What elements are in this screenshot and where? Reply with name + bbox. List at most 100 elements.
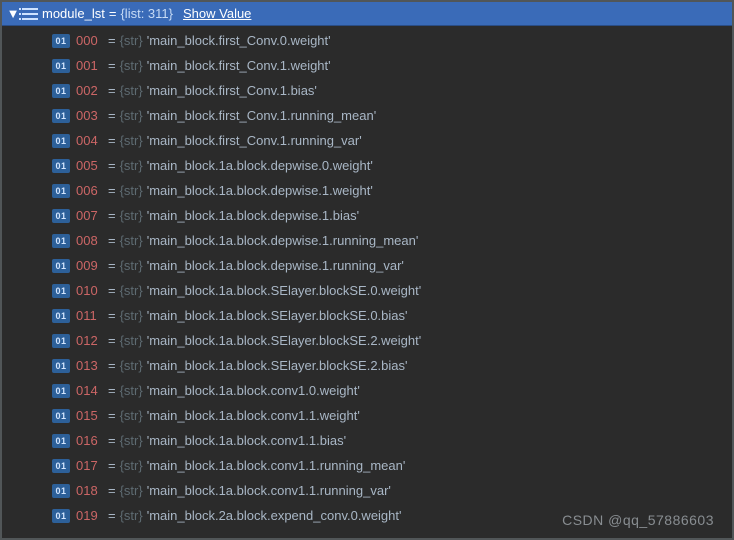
item-value: 'main_block.1a.block.conv1.1.running_mea… xyxy=(147,458,406,473)
list-item[interactable]: 01002={str}'main_block.first_Conv.1.bias… xyxy=(2,78,732,103)
string-type-icon: 01 xyxy=(52,234,70,248)
list-item[interactable]: 01015={str}'main_block.1a.block.conv1.1.… xyxy=(2,403,732,428)
equals-sign: = xyxy=(108,333,116,348)
item-type: {str} xyxy=(120,508,143,523)
string-type-icon: 01 xyxy=(52,134,70,148)
item-type: {str} xyxy=(120,308,143,323)
list-item[interactable]: 01014={str}'main_block.1a.block.conv1.0.… xyxy=(2,378,732,403)
item-value: 'main_block.1a.block.conv1.1.weight' xyxy=(147,408,360,423)
item-type: {str} xyxy=(120,358,143,373)
collapse-arrow-icon[interactable]: ▼ xyxy=(6,6,20,21)
equals-sign: = xyxy=(108,58,116,73)
item-value: 'main_block.1a.block.SElayer.blockSE.2.b… xyxy=(147,358,408,373)
string-type-icon: 01 xyxy=(52,109,70,123)
string-type-icon: 01 xyxy=(52,334,70,348)
variable-type: {list: 311} xyxy=(120,6,173,21)
item-index: 005 xyxy=(76,158,104,173)
equals-sign: = xyxy=(108,133,116,148)
list-item[interactable]: 01017={str}'main_block.1a.block.conv1.1.… xyxy=(2,453,732,478)
item-index: 004 xyxy=(76,133,104,148)
list-item[interactable]: 01 005 = {str} 'main_block.1a.block.depwise.… xyxy=(2,153,732,178)
string-type-icon: 01 xyxy=(52,484,70,498)
item-value: 'main_block.first_Conv.1.running_mean' xyxy=(147,108,376,123)
item-value: 'main_block.1a.block.conv1.1.running_var… xyxy=(147,483,391,498)
item-value: 'main_block.1a.block.depwise.1.running_v… xyxy=(147,258,404,273)
show-value-link[interactable]: Show Value xyxy=(183,6,251,21)
equals-sign: = xyxy=(109,6,117,21)
item-value: 'main_block.1a.block.SElayer.blockSE.0.w… xyxy=(147,283,422,298)
string-type-icon: 01 xyxy=(52,384,70,398)
item-type: {str} xyxy=(120,58,143,73)
equals-sign: = xyxy=(108,358,116,373)
string-type-icon: 01 xyxy=(52,84,70,98)
list-item[interactable]: 01010={str}'main_block.1a.block.SElayer.… xyxy=(2,278,732,303)
item-type: {str} xyxy=(120,283,143,298)
equals-sign: = xyxy=(108,233,116,248)
item-type: {str} xyxy=(120,108,143,123)
item-index: 011 xyxy=(76,308,104,323)
item-type: {str} xyxy=(120,83,143,98)
item-index: 007 xyxy=(76,208,104,223)
string-type-icon: 01 xyxy=(52,159,70,173)
string-type-icon: 01 xyxy=(52,59,70,73)
item-type: {str} xyxy=(120,408,143,423)
list-item[interactable]: 01011={str}'main_block.1a.block.SElayer.… xyxy=(2,303,732,328)
equals-sign: = xyxy=(108,83,116,98)
item-type: {str} xyxy=(120,233,143,248)
list-item[interactable]: 01018={str}'main_block.1a.block.conv1.1.… xyxy=(2,478,732,503)
list-item[interactable]: 01016={str}'main_block.1a.block.conv1.1.… xyxy=(2,428,732,453)
list-item[interactable]: 01008={str}'main_block.1a.block.depwise.… xyxy=(2,228,732,253)
equals-sign: = xyxy=(108,283,116,298)
list-item[interactable]: 01007={str}'main_block.1a.block.depwise.… xyxy=(2,203,732,228)
item-index: 016 xyxy=(76,433,104,448)
variable-header: ▼ module_lst = {list: 311} Show Value xyxy=(2,2,732,26)
string-type-icon: 01 xyxy=(52,209,70,223)
equals-sign: = xyxy=(108,508,116,523)
string-type-icon: 01 xyxy=(52,34,70,48)
equals-sign: = xyxy=(108,308,116,323)
list-item[interactable]: 01006={str}'main_block.1a.block.depwise.… xyxy=(2,178,732,203)
item-type: {str} xyxy=(120,483,143,498)
item-value: 'main_block.1a.block.SElayer.blockSE.0.b… xyxy=(147,308,408,323)
equals-sign: = xyxy=(108,158,116,173)
item-index: 002 xyxy=(76,83,104,98)
list-item[interactable]: 01003={str}'main_block.first_Conv.1.runn… xyxy=(2,103,732,128)
list-item[interactable]: 01000={str}'main_block.first_Conv.0.weig… xyxy=(2,28,732,53)
item-type: {str} xyxy=(120,33,143,48)
equals-sign: = xyxy=(108,208,116,223)
string-type-icon: 01 xyxy=(52,259,70,273)
list-item[interactable]: 01012={str}'main_block.1a.block.SElayer.… xyxy=(2,328,732,353)
equals-sign: = xyxy=(108,408,116,423)
list-type-icon xyxy=(22,7,38,21)
list-item[interactable]: 01004={str}'main_block.first_Conv.1.runn… xyxy=(2,128,732,153)
equals-sign: = xyxy=(108,458,116,473)
list-item[interactable]: 01013={str}'main_block.1a.block.SElayer.… xyxy=(2,353,732,378)
equals-sign: = xyxy=(108,383,116,398)
item-value: 'main_block.1a.block.conv1.0.weight' xyxy=(147,383,360,398)
item-type: {str} xyxy=(120,208,143,223)
items-container: 01 000 = {str} 'main_block.first_Conv.0.weig… xyxy=(2,26,732,528)
item-type: {str} xyxy=(120,433,143,448)
item-index: 000 xyxy=(76,33,104,48)
item-index: 008 xyxy=(76,233,104,248)
item-value: 'main_block.first_Conv.0.weight' xyxy=(147,33,331,48)
item-index: 001 xyxy=(76,58,104,73)
item-type: {str} xyxy=(120,158,143,173)
item-value: 'main_block.1a.block.depwise.0.weight' xyxy=(147,158,373,173)
string-type-icon: 01 xyxy=(52,284,70,298)
item-value: 'main_block.first_Conv.1.weight' xyxy=(147,58,331,73)
item-index: 012 xyxy=(76,333,104,348)
string-type-icon: 01 xyxy=(52,359,70,373)
item-type: {str} xyxy=(120,383,143,398)
item-type: {str} xyxy=(120,133,143,148)
equals-sign: = xyxy=(108,433,116,448)
list-item[interactable]: 01 001 = {str} 'main_block.first_Conv.1.weig… xyxy=(2,53,732,78)
item-value: 'main_block.1a.block.SElayer.blockSE.2.w… xyxy=(147,333,422,348)
list-item[interactable]: 01009={str}'main_block.1a.block.depwise.… xyxy=(2,253,732,278)
item-index: 003 xyxy=(76,108,104,123)
item-type: {str} xyxy=(120,458,143,473)
string-type-icon: 01 xyxy=(52,509,70,523)
watermark-text: CSDN @qq_57886603 xyxy=(562,512,714,528)
item-index: 018 xyxy=(76,483,104,498)
item-type: {str} xyxy=(120,183,143,198)
